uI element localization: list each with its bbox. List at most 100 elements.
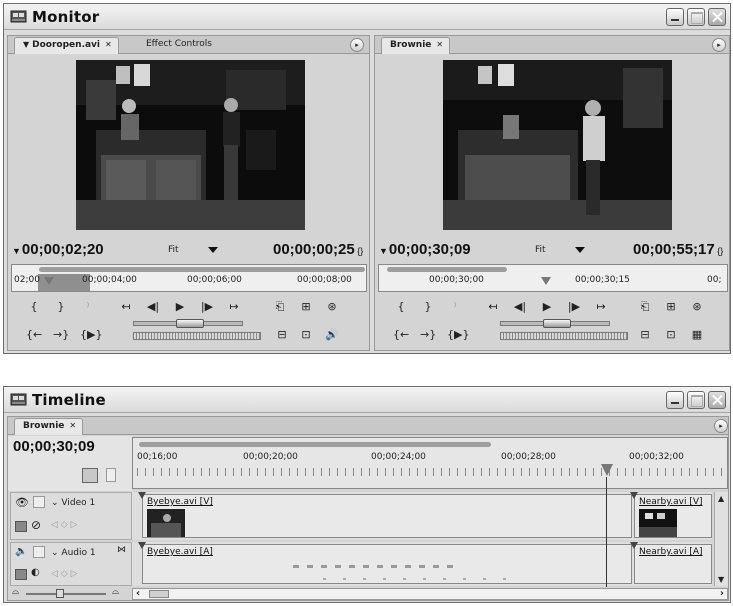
safe-margins-button[interactable]: ⊞ (298, 300, 314, 314)
minimize-icon[interactable] (666, 8, 684, 26)
play-button[interactable]: ▶ (172, 300, 188, 314)
program-shuttle-slider[interactable] (500, 319, 610, 328)
shuttle-knob[interactable] (543, 319, 571, 328)
timeline-titlebar[interactable]: Timeline (4, 387, 730, 413)
step-back-button[interactable]: ◀| (145, 300, 161, 314)
snap-icon[interactable] (82, 468, 98, 483)
mark-in-button[interactable]: { (393, 300, 409, 314)
tab-brownie[interactable]: Brownie ✕ (14, 418, 84, 435)
keyframe-nav-icon[interactable]: ◁ ◇ ▷ (51, 569, 78, 579)
insert-button[interactable]: ⊟ (274, 328, 290, 342)
step-forward-button[interactable]: |▶ (566, 300, 582, 314)
step-forward-button[interactable]: |▶ (199, 300, 215, 314)
program-time-ruler[interactable]: 00;00;30;00 00;00;30;15 00; (378, 264, 728, 292)
program-zoom-dropdown-icon[interactable] (575, 247, 585, 253)
program-current-timecode[interactable]: ▼00;00;30;09 (379, 241, 471, 258)
go-to-previous-marker-button[interactable]: {← (393, 328, 409, 342)
go-to-next-edit-button[interactable]: ↦ (593, 300, 609, 314)
shuttle-knob[interactable] (176, 319, 204, 328)
source-playhead-icon[interactable] (44, 277, 54, 285)
scroll-thumb[interactable] (149, 590, 169, 598)
scroll-up-icon[interactable]: ▲ (718, 494, 724, 503)
program-playhead-icon[interactable] (541, 277, 551, 285)
overlay-button[interactable]: ⊡ (298, 328, 314, 342)
program-jog-disk[interactable] (500, 332, 628, 340)
display-style-icon[interactable] (15, 569, 27, 580)
lock-icon[interactable] (33, 496, 45, 508)
set-marker-icon[interactable] (106, 468, 116, 482)
source-zoom-dropdown-icon[interactable] (208, 247, 218, 253)
timeline-zoom-scrollbar[interactable] (139, 442, 491, 447)
monitor-titlebar[interactable]: Monitor (4, 4, 730, 30)
hide-keyframes-icon[interactable]: ⊘ (31, 518, 41, 532)
close-tab-icon[interactable]: ✕ (436, 40, 443, 49)
display-style-icon[interactable] (15, 521, 27, 532)
extract-button[interactable]: ⊡ (663, 328, 679, 342)
loop-button[interactable]: ⎗ (637, 300, 653, 314)
go-to-in-point-button[interactable]: ↤ (118, 300, 134, 314)
timeline-clip[interactable]: Nearby.avi [V] (634, 494, 712, 538)
timeline-clip[interactable]: Byebye.avi [V] (142, 494, 632, 538)
program-fit-label[interactable]: Fit (535, 245, 546, 255)
mark-in-button[interactable]: { (26, 300, 42, 314)
output-button[interactable]: ⊛ (689, 300, 705, 314)
zoom-in-icon[interactable]: ⌓ (112, 587, 119, 597)
maximize-icon[interactable] (687, 8, 705, 26)
timeline-playhead-icon[interactable] (601, 464, 613, 476)
source-shuttle-slider[interactable] (133, 319, 243, 328)
loop-button[interactable]: ⎗ (272, 300, 288, 314)
go-to-out-point-button[interactable]: ↦ (226, 300, 242, 314)
audio-track-lane[interactable]: Byebye.avi [A] Nearby.avi [A] (132, 542, 712, 586)
timeline-zoom-slider[interactable]: ⌓ ⌓ (12, 587, 128, 599)
maximize-icon[interactable] (687, 391, 705, 409)
tab-menu-arrow-icon[interactable]: ▼ (23, 40, 29, 49)
tab-brownie[interactable]: Brownie ✕ (381, 37, 451, 54)
minimize-icon[interactable] (666, 391, 684, 409)
panel-menu-icon[interactable]: ▸ (712, 38, 726, 52)
close-tab-icon[interactable]: ✕ (69, 421, 76, 430)
lock-icon[interactable] (33, 546, 45, 558)
source-current-timecode[interactable]: ▼00;00;02;20 (12, 241, 104, 258)
play-in-to-out-button[interactable]: {▶} (80, 328, 102, 342)
chevron-left-icon[interactable]: ‹ (136, 588, 140, 599)
zoom-slider-knob[interactable] (56, 589, 64, 598)
mark-out-button[interactable]: } (420, 300, 436, 314)
video-track-lane[interactable]: Byebye.avi [V] Nearby.avi [V] (132, 492, 712, 540)
chevron-right-icon[interactable]: › (720, 588, 724, 599)
expand-track-icon[interactable]: ⌄ (51, 548, 61, 558)
tab-effect-controls[interactable]: Effect Controls (138, 37, 218, 54)
output-button[interactable]: ⊛ (324, 300, 340, 314)
set-unnumbered-marker-button[interactable]: ⁾ (80, 300, 96, 314)
go-to-previous-edit-button[interactable]: ↤ (485, 300, 501, 314)
timeline-current-timecode[interactable]: 00;00;30;09 (13, 438, 95, 455)
tab-dooropen[interactable]: ▼ Dooropen.avi ✕ (14, 37, 119, 54)
vertical-scrollbar[interactable]: ▲ ▼ (714, 492, 728, 586)
scroll-down-icon[interactable]: ▼ (718, 575, 724, 584)
step-back-button[interactable]: ◀| (512, 300, 528, 314)
timeline-clip[interactable]: Nearby.avi [A] (634, 544, 712, 584)
source-jog-disk[interactable] (133, 332, 261, 340)
timeline-time-ruler[interactable]: 00;16;00 00;00;20;00 00;00;24;00 00;00;2… (132, 437, 728, 489)
mark-out-button[interactable]: } (53, 300, 69, 314)
program-zoom-scrollbar[interactable] (387, 267, 507, 272)
timeline-clip[interactable]: Byebye.avi [A] (142, 544, 632, 584)
close-icon[interactable] (708, 391, 726, 409)
lift-button[interactable]: ⊟ (637, 328, 653, 342)
show-keyframes-icon[interactable]: ◐ (31, 567, 40, 578)
go-to-next-marker-button[interactable]: →} (420, 328, 436, 342)
keyframe-nav-icon[interactable]: ◁ ◇ ▷ (51, 520, 78, 530)
close-icon[interactable] (708, 8, 726, 26)
eye-icon[interactable]: 👁 (15, 496, 29, 509)
source-fit-label[interactable]: Fit (168, 245, 179, 255)
play-in-to-out-button[interactable]: {▶} (447, 328, 469, 342)
play-button[interactable]: ▶ (539, 300, 555, 314)
go-to-next-marker-button[interactable]: →} (53, 328, 69, 342)
close-tab-icon[interactable]: ✕ (105, 40, 112, 49)
panel-menu-icon[interactable]: ▸ (350, 38, 364, 52)
panel-menu-icon[interactable]: ▸ (714, 419, 728, 433)
horizontal-scrollbar[interactable]: ‹ › (132, 588, 728, 600)
expand-track-icon[interactable]: ⌄ (51, 498, 61, 508)
go-to-previous-marker-button[interactable]: {← (26, 328, 42, 342)
zoom-out-icon[interactable]: ⌓ (12, 587, 19, 597)
source-time-ruler[interactable]: 02;00 00;00;04;00 00;00;06;00 00;00;08;0… (11, 264, 367, 292)
